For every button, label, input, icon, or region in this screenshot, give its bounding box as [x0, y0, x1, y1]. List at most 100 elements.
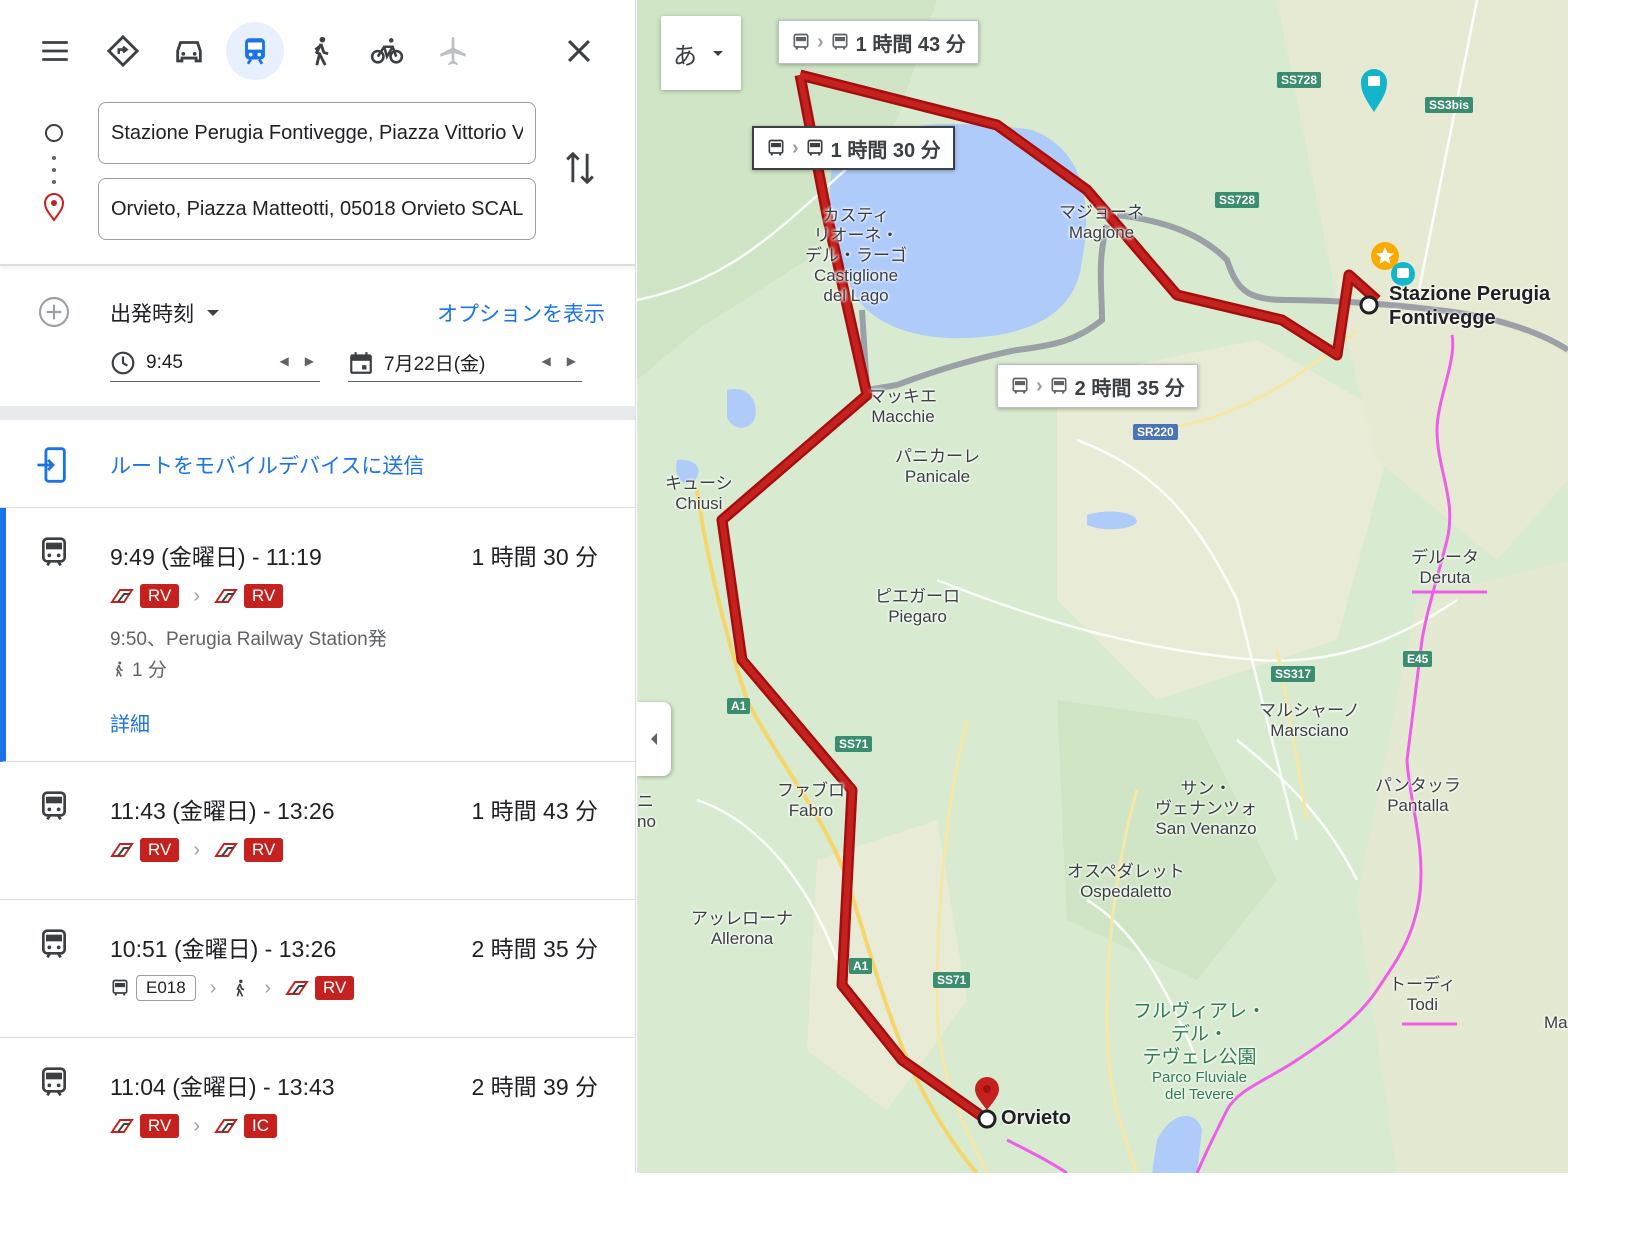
send-to-mobile-label: ルートをモバイルデバイスに送信: [110, 455, 425, 478]
train-icon: [42, 537, 66, 567]
road-shield: SS728: [1277, 72, 1322, 88]
collapse-panel-button[interactable]: [637, 702, 671, 776]
map-label-edge: Ma: [1544, 1013, 1568, 1032]
origin-place-label: Stazione Perugia Fontivegge: [1389, 283, 1551, 329]
road-shield: SS71: [933, 972, 971, 988]
diamond-arrow-icon: [106, 34, 140, 68]
chevron-right-icon: ›: [264, 976, 272, 999]
trenitalia-logo-icon: [214, 843, 238, 857]
trenitalia-logo-icon: [214, 1119, 238, 1133]
depart-label: 出発時刻: [110, 303, 194, 326]
station-marker-icon[interactable]: [1369, 240, 1431, 288]
trenitalia-logo-icon: [110, 843, 134, 857]
road-shield: E45: [1403, 651, 1433, 667]
details-link[interactable]: 詳細: [110, 708, 150, 737]
bus-icon: [1012, 377, 1028, 394]
origin-text: Stazione Perugia Fontivegge, Piazza Vitt…: [111, 121, 523, 144]
bus-icon: [807, 139, 823, 156]
route-duration: 2 時間 35 分: [471, 936, 598, 962]
road-shield: A1: [727, 698, 751, 714]
train-line-badge: RV: [243, 584, 284, 608]
road-shield: SS3bis: [1425, 97, 1474, 113]
trenitalia-logo-icon: [110, 589, 134, 603]
map-label-marsciano: マルシャーノ Marsciano: [1259, 701, 1360, 740]
add-stop-icon[interactable]: [38, 296, 70, 328]
language-toggle-button[interactable]: あ: [661, 16, 741, 90]
map-label-park: フルヴィアレ・ デル・ テヴェレ公園 Parco Fluviale del Tev…: [1133, 1001, 1267, 1103]
cycling-mode-button[interactable]: [358, 22, 416, 80]
bubble-duration: 1 時間 30 分: [830, 139, 941, 162]
route-time-bubble[interactable]: › 1 時間 43 分: [778, 20, 979, 64]
train-line-badge: RV: [315, 976, 355, 1000]
show-options-link[interactable]: オプションを表示: [437, 298, 605, 328]
chevron-right-icon: ›: [817, 30, 824, 53]
prev-time-icon[interactable]: ◀: [280, 354, 289, 368]
next-time-icon[interactable]: ▶: [305, 354, 314, 368]
prev-date-icon[interactable]: ◀: [542, 354, 551, 368]
chevron-right-icon: ›: [193, 584, 200, 607]
map-label-magione: マジョーネ Magione: [1059, 203, 1144, 242]
bubble-duration: 2 時間 35 分: [1074, 377, 1185, 400]
route-time-bubble[interactable]: › 2 時間 35 分: [997, 364, 1198, 408]
transit-mode-button[interactable]: [226, 22, 284, 80]
bus-icon: [1051, 377, 1067, 394]
route-option-4[interactable]: 11:04 (金曜日) - 13:43 2 時間 39 分 RV › IC: [0, 1038, 635, 1173]
swap-icon[interactable]: [562, 148, 598, 188]
road-shield: SS71: [835, 736, 873, 752]
menu-button[interactable]: [26, 22, 84, 80]
map-label-deruta: デルータ Deruta: [1411, 548, 1479, 587]
map-view[interactable]: SS728 SS3bis SS728 SR220 SS317 E45 A1 SS…: [637, 0, 1568, 1173]
walk-icon: [115, 661, 123, 677]
chevron-left-icon: [651, 733, 657, 745]
map-label-allerona: アッレローナ Allerona: [691, 909, 793, 948]
dropdown-arrow-icon: [207, 310, 219, 316]
route-times: 10:51 (金曜日) - 13:26: [110, 936, 337, 962]
close-icon: [567, 39, 591, 63]
origin-input[interactable]: Stazione Perugia Fontivegge, Piazza Vitt…: [98, 102, 536, 164]
section-separator: [0, 406, 635, 420]
walking-mode-button[interactable]: [292, 22, 350, 80]
route-legs: RV › IC: [110, 1113, 277, 1139]
chevron-right-icon: ›: [1036, 374, 1043, 397]
best-travel-mode-button[interactable]: [94, 22, 152, 80]
send-to-phone-icon: [37, 447, 66, 483]
bubble-duration: 1 時間 43 分: [855, 33, 966, 56]
plane-icon: [440, 36, 466, 66]
route-times: 11:43 (金曜日) - 13:26: [110, 798, 335, 824]
trenitalia-logo-icon: [214, 589, 238, 603]
time-picker[interactable]: 9:45 ◀ ▶: [110, 344, 320, 382]
route-option-3[interactable]: 10:51 (金曜日) - 13:26 2 時間 35 分 E018 › › R…: [0, 900, 635, 1038]
train-line-badge: RV: [140, 1114, 180, 1138]
bus-icon: [112, 979, 128, 996]
poi-marker-icon[interactable]: [1359, 66, 1389, 114]
route-legs: RV › RV: [110, 583, 284, 609]
route-option-2[interactable]: 11:43 (金曜日) - 13:26 1 時間 43 分 RV › RV: [0, 762, 635, 900]
map-label-ospedaletto: オスペダレット Ospedaletto: [1067, 862, 1185, 901]
close-directions-button[interactable]: [550, 22, 608, 80]
trenitalia-logo-icon: [285, 981, 309, 995]
origin-marker-icon[interactable]: [1357, 293, 1381, 317]
depart-time-dropdown[interactable]: 出発時刻: [110, 298, 222, 328]
bus-icon: [832, 33, 848, 50]
route-duration: 1 時間 30 分: [471, 544, 598, 570]
date-value: 7月22日(金): [384, 354, 486, 375]
language-label: あ: [673, 42, 697, 70]
train-icon: [42, 1067, 66, 1097]
train-icon: [42, 791, 66, 821]
destination-input[interactable]: Orvieto, Piazza Matteotti, 05018 Orvieto…: [98, 178, 536, 240]
train-line-badge: RV: [140, 838, 180, 862]
driving-mode-button[interactable]: [160, 22, 218, 80]
map-label-edge: ニ no: [637, 792, 656, 831]
date-picker[interactable]: 7月22日(金) ◀ ▶: [348, 344, 582, 382]
route-option-1[interactable]: 9:49 (金曜日) - 11:19 1 時間 30 分 RV › RV 9:5…: [0, 508, 635, 762]
route-legs: E018 › › RV: [110, 975, 355, 1001]
clock-icon: [111, 351, 135, 374]
dropdown-arrow-icon: [713, 51, 723, 56]
next-date-icon[interactable]: ▶: [567, 354, 576, 368]
departure-info: 9:50、Perugia Railway Station発: [110, 629, 387, 650]
send-to-mobile-row[interactable]: ルートをモバイルデバイスに送信: [0, 420, 635, 508]
flights-mode-button[interactable]: [424, 22, 482, 80]
route-time-bubble-selected[interactable]: › 1 時間 30 分: [752, 126, 955, 170]
map-label-castiglione: カスティ リオーネ・ デル・ラーゴ Castiglione del Lago: [805, 206, 907, 305]
destination-pin-icon[interactable]: [973, 1076, 1001, 1136]
